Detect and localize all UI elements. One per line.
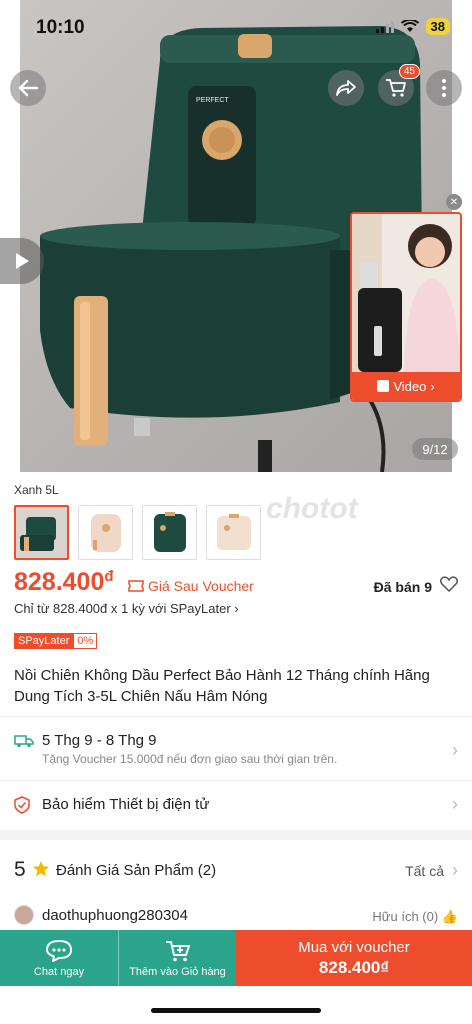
voucher-tag-label: Giá Sau Voucher bbox=[148, 578, 254, 594]
price: 828.400đ bbox=[14, 568, 114, 597]
star-icon bbox=[33, 861, 49, 877]
chat-now-button[interactable]: Chat ngay bbox=[0, 930, 118, 986]
chevron-right-icon: › bbox=[234, 601, 239, 616]
thumbs-up-icon: 👍 bbox=[441, 909, 458, 924]
spaylater-installment-text: Chỉ từ 828.400đ x 1 kỳ với SPayLater bbox=[14, 601, 231, 616]
bottom-action-bar: Chat ngay Thêm vào Giỏ hàng Mua với vouc… bbox=[0, 930, 472, 986]
rating-score: 5 bbox=[14, 858, 26, 881]
status-bar: 10:10 38 bbox=[0, 0, 472, 56]
variant-thumbnail[interactable] bbox=[14, 505, 69, 560]
status-icons: 38 bbox=[375, 18, 450, 35]
sold-count: Đã bán 9 bbox=[373, 579, 432, 595]
rating-header[interactable]: 5 Đánh Giá Sản Phẩm (2) Tất cả › bbox=[14, 858, 458, 886]
add-to-cart-label: Thêm vào Giỏ hàng bbox=[129, 965, 226, 978]
add-cart-icon bbox=[165, 940, 190, 961]
chat-icon bbox=[46, 939, 72, 962]
variant-image bbox=[79, 506, 132, 559]
video-label: Video › bbox=[352, 372, 460, 400]
variant-image bbox=[207, 506, 260, 559]
rating-title-text: Đánh Giá Sản Phẩm bbox=[56, 862, 194, 879]
variant-selected-label: Xanh 5L bbox=[14, 483, 59, 497]
watermark: chotot bbox=[266, 492, 358, 525]
variant-image bbox=[143, 506, 196, 559]
cart-icon bbox=[386, 79, 406, 97]
price-row: 828.400đ Giá Sau Voucher Đã bán 9 bbox=[14, 568, 459, 602]
more-options-button[interactable] bbox=[426, 70, 462, 106]
signal-icon bbox=[375, 20, 394, 33]
section-divider bbox=[0, 830, 472, 840]
shield-icon bbox=[14, 796, 30, 814]
buy-with-voucher-label: Mua với voucher bbox=[298, 938, 410, 956]
cart-count-badge: 45 bbox=[398, 64, 420, 79]
more-vertical-icon bbox=[442, 79, 446, 97]
price-currency: đ bbox=[104, 568, 114, 585]
close-icon: ✕ bbox=[449, 196, 459, 208]
helpful-button[interactable]: Hữu ích (0) 👍 bbox=[372, 909, 458, 925]
video-icon bbox=[377, 380, 390, 392]
reviewer-name: daothuphuong280304 bbox=[42, 907, 188, 924]
battery-indicator: 38 bbox=[425, 18, 450, 35]
wifi-icon bbox=[400, 20, 419, 32]
play-icon bbox=[16, 253, 29, 269]
see-all-reviews-link[interactable]: Tất cả bbox=[405, 863, 444, 879]
video-label-text: Video bbox=[393, 378, 427, 394]
buy-price: 828.400₫ bbox=[318, 957, 390, 977]
buy-with-voucher-button[interactable]: Mua với voucher 828.400₫ bbox=[236, 930, 472, 986]
heart-icon bbox=[439, 576, 459, 593]
status-time: 10:10 bbox=[36, 17, 85, 38]
arrow-left-icon bbox=[18, 79, 38, 97]
avatar bbox=[14, 905, 34, 925]
variant-thumbnail[interactable] bbox=[206, 505, 261, 560]
rating-title: Đánh Giá Sản Phẩm (2) bbox=[56, 862, 216, 879]
rating-count: (2) bbox=[197, 862, 217, 879]
variant-thumbnail[interactable] bbox=[78, 505, 133, 560]
variant-thumbnail[interactable] bbox=[142, 505, 197, 560]
chevron-right-icon: › bbox=[430, 378, 435, 394]
shipping-row[interactable]: 5 Thg 9 - 8 Thg 9 Tặng Voucher 15.000đ n… bbox=[14, 730, 458, 774]
close-video-button[interactable]: ✕ bbox=[446, 194, 462, 210]
divider bbox=[0, 716, 472, 717]
price-amount: 828.400 bbox=[14, 568, 105, 596]
spaylater-installment-link[interactable]: Chỉ từ 828.400đ x 1 kỳ với SPayLater › bbox=[14, 601, 239, 616]
play-video-tab[interactable] bbox=[0, 238, 44, 284]
spaylater-badge: SPayLater bbox=[14, 633, 74, 649]
chevron-right-icon: › bbox=[452, 860, 458, 880]
chat-now-label: Chat ngay bbox=[33, 965, 85, 978]
review-item: daothuphuong280304 Hữu ích (0) 👍 bbox=[14, 905, 458, 929]
image-page-indicator: 9/12 bbox=[412, 438, 458, 460]
voucher-price-tag[interactable]: Giá Sau Voucher bbox=[128, 578, 254, 594]
video-preview-image bbox=[352, 214, 460, 372]
back-button[interactable] bbox=[10, 70, 46, 106]
variant-list bbox=[14, 505, 261, 560]
product-title: Nồi Chiên Không Dầu Perfect Bảo Hành 12 … bbox=[14, 667, 430, 705]
share-button[interactable] bbox=[328, 70, 364, 106]
shipping-voucher-note: Tặng Voucher 15.000đ nếu đơn giao sau th… bbox=[42, 752, 338, 766]
share-icon bbox=[336, 80, 356, 96]
chevron-right-icon: › bbox=[452, 794, 458, 814]
add-to-cart-button[interactable]: Thêm vào Giỏ hàng bbox=[118, 930, 236, 986]
shipping-dates: 5 Thg 9 - 8 Thg 9 bbox=[42, 732, 157, 749]
home-indicator[interactable] bbox=[151, 1008, 321, 1013]
video-thumbnail[interactable]: Video › bbox=[350, 212, 462, 402]
insurance-label: Bảo hiểm Thiết bị điện tử bbox=[42, 796, 210, 813]
truck-icon bbox=[14, 735, 34, 748]
insurance-row[interactable]: Bảo hiểm Thiết bị điện tử › bbox=[14, 794, 458, 818]
svg-text:PERFECT: PERFECT bbox=[196, 97, 229, 104]
divider bbox=[0, 780, 472, 781]
voucher-icon bbox=[128, 580, 144, 592]
spaylater-rate-badge: 0% bbox=[73, 633, 98, 649]
chevron-right-icon: › bbox=[452, 740, 458, 760]
helpful-label: Hữu ích (0) bbox=[372, 909, 439, 924]
spaylater-badge-group: SPayLater 0% bbox=[14, 633, 98, 649]
favorite-button[interactable] bbox=[439, 576, 459, 597]
cart-button[interactable]: 45 bbox=[378, 64, 420, 106]
variant-image bbox=[16, 507, 67, 558]
hero-left-edge bbox=[10, 0, 20, 472]
